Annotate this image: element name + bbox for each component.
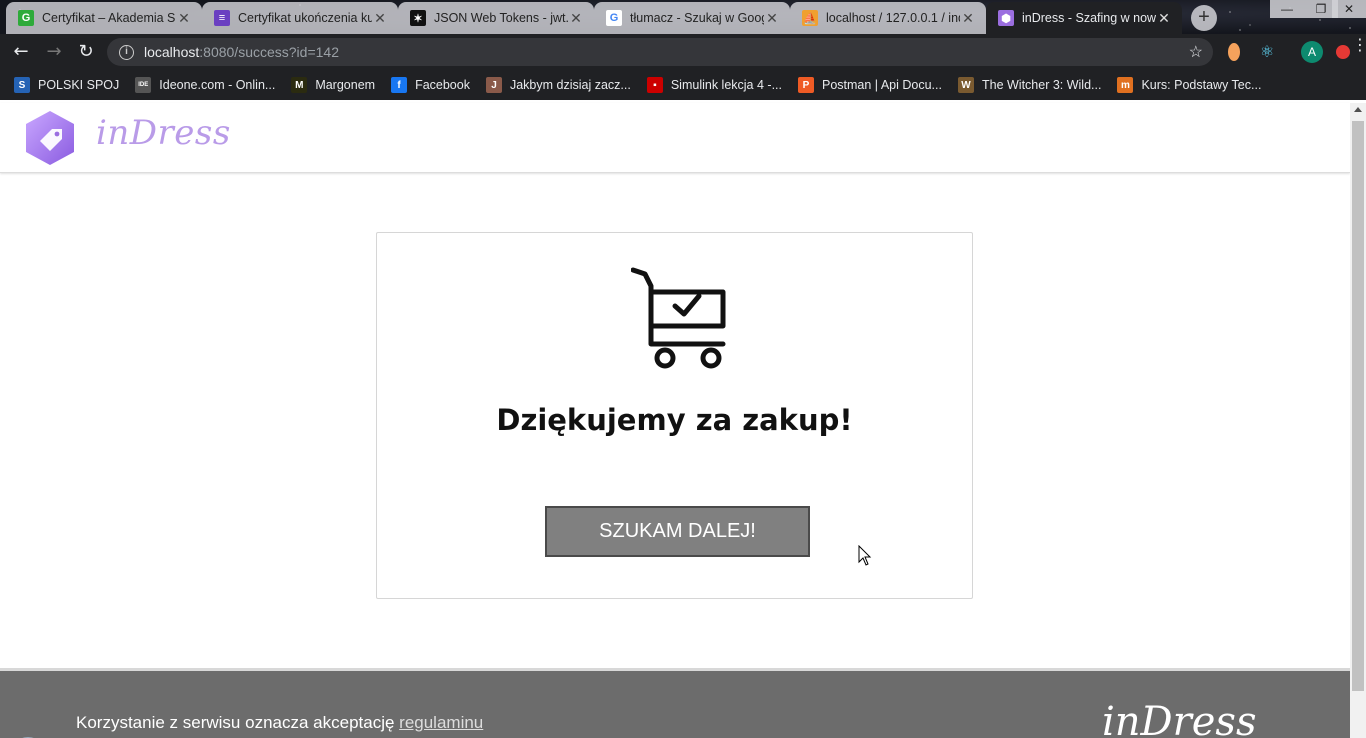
- continue-shopping-button[interactable]: SZUKAM DALEJ!: [545, 506, 810, 557]
- bookmark-favicon-icon: ▪: [646, 77, 663, 93]
- bookmark-item[interactable]: IDE Ideone.com - Onlin...: [135, 77, 275, 93]
- tab-close-icon[interactable]: ✕: [1156, 10, 1172, 27]
- browser-tab[interactable]: G Certyfikat – Akademia Sp ✕: [6, 2, 202, 34]
- site-header: inDress: [0, 103, 1350, 173]
- browser-tab[interactable]: ✶ JSON Web Tokens - jwt. ✕: [398, 2, 594, 34]
- url-host: localhost: [144, 44, 200, 60]
- tab-title: tłumacz - Szukaj w Goog: [630, 11, 764, 25]
- cart-check-icon: [631, 267, 726, 369]
- browser-toolbar: ← → ↻ i localhost:8080/success?id=142 ☆ …: [0, 34, 1366, 70]
- bookmark-label: Simulink lekcja 4 -...: [670, 78, 782, 92]
- tab-favicon-icon: ⬢: [998, 10, 1014, 26]
- bookmark-item[interactable]: f Facebook: [391, 77, 470, 93]
- tab-close-icon[interactable]: ✕: [372, 10, 388, 27]
- bookmark-label: Kurs: Podstawy Tec...: [1141, 78, 1262, 92]
- bookmark-label: The Witcher 3: Wild...: [981, 78, 1102, 92]
- terms-link[interactable]: regulaminu: [399, 713, 483, 732]
- extension-red-icon[interactable]: [1336, 45, 1350, 59]
- browser-tab[interactable]: ⛵ localhost / 127.0.0.1 / ind ✕: [790, 2, 986, 34]
- bookmark-label: Postman | Api Docu...: [822, 78, 942, 92]
- menu-kebab-icon[interactable]: ⋮: [1352, 37, 1366, 53]
- bookmark-favicon-icon: IDE: [135, 77, 152, 93]
- mouse-cursor-icon: [858, 545, 872, 566]
- url-path: :8080/success?id=142: [199, 44, 339, 60]
- bookmark-favicon-icon: f: [391, 77, 408, 93]
- bookmark-item[interactable]: ▪ Simulink lekcja 4 -...: [646, 77, 782, 93]
- tab-favicon-icon: ≡: [214, 10, 230, 26]
- bookmark-item[interactable]: S POLSKI SPOJ: [14, 77, 119, 93]
- site-footer: Korzystanie z serwisu oznacza akceptację…: [0, 668, 1350, 738]
- thank-you-heading: Dziękujemy za zakup!: [496, 403, 853, 437]
- bookmark-item[interactable]: M Margonem: [291, 77, 375, 93]
- terms-prefix: Korzystanie z serwisu oznacza akceptację: [76, 713, 400, 732]
- tab-close-icon[interactable]: ✕: [176, 10, 192, 27]
- browser-tab[interactable]: ≡ Certyfikat ukończenia ku ✕: [202, 2, 398, 34]
- tab-title: localhost / 127.0.0.1 / ind: [826, 11, 960, 25]
- site-info-icon[interactable]: i: [119, 44, 134, 60]
- terms-text: Korzystanie z serwisu oznacza akceptację…: [76, 713, 483, 733]
- page-scrollbar[interactable]: [1350, 103, 1366, 738]
- bookmark-star-icon[interactable]: ☆: [1189, 42, 1203, 62]
- bookmark-label: Facebook: [415, 78, 470, 92]
- bookmark-favicon-icon: m: [1117, 77, 1134, 93]
- tab-close-icon[interactable]: ✕: [568, 10, 584, 27]
- bookmark-item[interactable]: J Jakbym dzisiaj zacz...: [485, 77, 631, 93]
- bookmark-label: Margonem: [315, 78, 376, 92]
- back-arrow-icon[interactable]: ←: [8, 40, 34, 64]
- tab-close-icon[interactable]: ✕: [764, 10, 780, 27]
- bookmark-favicon-icon: M: [291, 77, 308, 93]
- bookmark-label: Ideone.com - Onlin...: [159, 78, 276, 92]
- bookmark-item[interactable]: m Kurs: Podstawy Tec...: [1117, 77, 1261, 93]
- bookmark-item[interactable]: P Postman | Api Docu...: [798, 77, 942, 93]
- minimize-button[interactable]: —: [1270, 0, 1304, 18]
- reload-icon[interactable]: ↻: [73, 40, 99, 64]
- bookmark-label: POLSKI SPOJ: [38, 78, 120, 92]
- tab-title: Certyfikat – Akademia Sp: [42, 11, 176, 25]
- address-bar[interactable]: i localhost:8080/success?id=142 ☆: [107, 38, 1213, 66]
- bookmarks-bar: S POLSKI SPOJ IDE Ideone.com - Onlin... M Mar…: [0, 70, 1366, 100]
- tab-favicon-icon: G: [18, 10, 34, 26]
- forward-arrow-icon[interactable]: →: [41, 40, 67, 64]
- footer-logo-text: inDress: [1102, 699, 1257, 738]
- profile-avatar[interactable]: A: [1301, 41, 1323, 63]
- extension-icon[interactable]: [1228, 43, 1240, 61]
- bookmark-label: Jakbym dzisiaj zacz...: [509, 78, 631, 92]
- close-window-button[interactable]: ✕: [1332, 0, 1366, 18]
- tab-favicon-icon: ⛵: [802, 10, 818, 26]
- scrollbar-thumb[interactable]: [1352, 121, 1364, 691]
- tag-logo-icon[interactable]: [24, 109, 76, 167]
- tab-strip: G Certyfikat – Akademia Sp ✕ ≡ Certyfikat uk…: [0, 0, 1366, 34]
- tab-close-icon[interactable]: ✕: [960, 10, 976, 27]
- web-page: inDress Dziękujemy za zakup! SZUKAM DALE…: [0, 103, 1350, 738]
- tab-title: JSON Web Tokens - jwt.: [434, 11, 568, 25]
- site-logo-text[interactable]: inDress: [96, 113, 231, 153]
- browser-tab[interactable]: ⬢ inDress - Szafing w now ✕: [986, 2, 1182, 34]
- tab-title: inDress - Szafing w now: [1022, 11, 1156, 25]
- tab-favicon-icon: ✶: [410, 10, 426, 26]
- tab-favicon-icon: G: [606, 10, 622, 26]
- scroll-up-arrow-icon[interactable]: [1354, 107, 1362, 112]
- bookmark-favicon-icon: S: [14, 77, 30, 93]
- browser-tab[interactable]: Gtłumacz - Szukaj w Goog ✕: [594, 2, 790, 34]
- react-devtools-icon[interactable]: ⚛: [1258, 43, 1276, 61]
- new-tab-button[interactable]: +: [1191, 5, 1217, 31]
- bookmark-favicon-icon: P: [798, 77, 814, 93]
- tab-title: Certyfikat ukończenia ku: [238, 11, 372, 25]
- bookmark-item[interactable]: W The Witcher 3: Wild...: [957, 77, 1102, 93]
- bookmark-favicon-icon: J: [485, 77, 502, 93]
- bookmark-favicon-icon: W: [957, 77, 974, 93]
- success-card: Dziękujemy za zakup! SZUKAM DALEJ!: [376, 232, 973, 599]
